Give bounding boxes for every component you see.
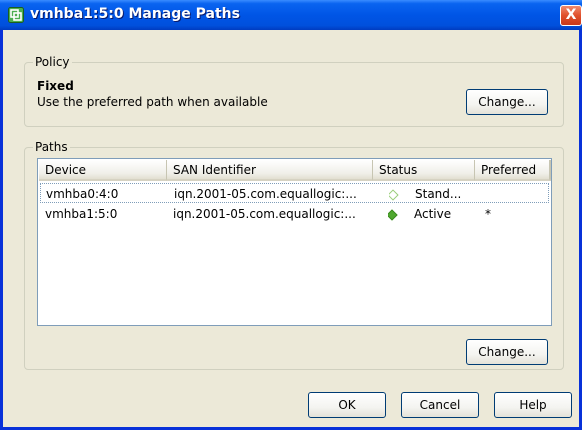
- paths-group-label: Paths: [33, 140, 70, 154]
- table-row[interactable]: vmhba1:5:0 iqn.2001-05.com.equallogic:..…: [40, 204, 549, 224]
- title-bar[interactable]: vmhba1:5:0 Manage Paths X: [0, 0, 582, 30]
- paths-change-button[interactable]: Change...: [466, 339, 548, 365]
- ok-button[interactable]: OK: [308, 392, 386, 418]
- policy-change-button[interactable]: Change...: [466, 89, 548, 115]
- path-device: vmhba1:5:0: [45, 207, 118, 221]
- close-icon: X: [565, 7, 577, 23]
- column-header-device[interactable]: Device: [39, 160, 167, 181]
- path-status: Stand...: [415, 187, 462, 201]
- paths-group: Paths Device SAN Identifier Status Prefe…: [24, 140, 564, 370]
- standby-diamond-icon: [389, 187, 401, 203]
- help-button[interactable]: Help: [494, 392, 572, 418]
- path-preferred: *: [485, 207, 491, 221]
- policy-group: Policy Fixed Use the preferred path when…: [24, 55, 564, 127]
- column-header-preferred[interactable]: Preferred: [475, 160, 550, 181]
- path-status: Active: [414, 207, 452, 221]
- close-button[interactable]: X: [560, 5, 582, 26]
- cancel-button[interactable]: Cancel: [401, 392, 479, 418]
- policy-group-label: Policy: [33, 55, 72, 69]
- paths-list[interactable]: Device SAN Identifier Status Preferred v…: [37, 158, 552, 326]
- manage-paths-dialog: vmhba1:5:0 Manage Paths X Policy Fixed U…: [0, 0, 582, 430]
- path-device: vmhba0:4:0: [46, 187, 119, 201]
- column-header-san-identifier[interactable]: SAN Identifier: [167, 160, 373, 181]
- path-san-identifier: iqn.2001-05.com.equallogic:...: [173, 207, 356, 221]
- policy-name: Fixed: [37, 79, 74, 93]
- column-header-status[interactable]: Status: [373, 160, 475, 181]
- active-diamond-icon: [388, 207, 400, 223]
- policy-description: Use the preferred path when available: [37, 95, 268, 109]
- table-row[interactable]: vmhba0:4:0 iqn.2001-05.com.equallogic:..…: [40, 183, 549, 203]
- vmware-app-icon: [8, 7, 24, 23]
- column-header-filler: [550, 160, 551, 181]
- path-san-identifier: iqn.2001-05.com.equallogic:...: [174, 187, 357, 201]
- window-title: vmhba1:5:0 Manage Paths: [30, 6, 240, 22]
